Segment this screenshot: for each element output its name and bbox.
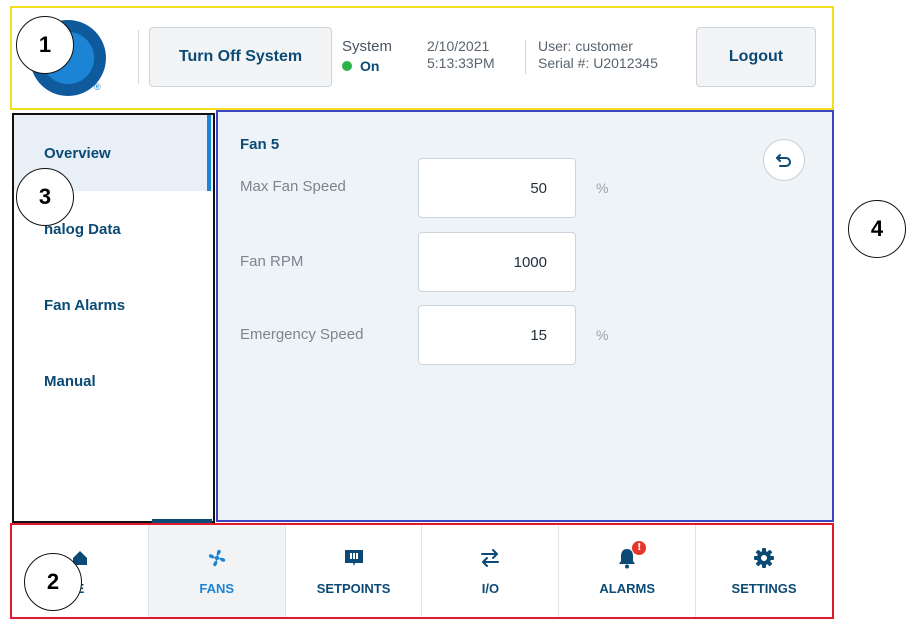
emergency-speed-unit: % [596, 327, 609, 343]
emergency-speed-label: Emergency Speed [240, 326, 364, 343]
tab-label: I/O [481, 580, 500, 596]
callout-2: 2 [24, 553, 82, 611]
emergency-speed-field[interactable]: 15 [418, 305, 576, 365]
tab-fans[interactable]: FANS [148, 525, 286, 617]
header-time: 5:13:33PM [427, 55, 495, 71]
system-label: System [342, 38, 393, 55]
header-divider [138, 30, 139, 84]
fan-rpm-label: Fan RPM [240, 253, 304, 270]
callout-3: 3 [16, 168, 74, 226]
tab-label: FANS [199, 580, 235, 596]
fan-detail-panel: Fan 5 Max Fan Speed 50 % Fan RPM 1000 Em… [216, 110, 834, 522]
tab-label: SETPOINTS [316, 580, 391, 596]
header-serial: Serial #: U2012345 [538, 55, 658, 71]
callout-4: 4 [848, 200, 906, 258]
tab-setpoints[interactable]: SETPOINTS [286, 525, 423, 617]
alarm-badge: ! [632, 540, 647, 555]
logout-button[interactable]: Logout [696, 27, 816, 87]
turn-off-system-button[interactable]: Turn Off System [149, 27, 332, 87]
tab-label: ALARMS [599, 580, 656, 596]
undo-arrow-icon [776, 154, 791, 167]
fan-icon [206, 547, 228, 569]
system-status: On [342, 58, 379, 74]
max-fan-speed-field[interactable]: 50 [418, 158, 576, 218]
swap-arrows-icon [479, 547, 501, 569]
header-bar: ® Turn Off System System On 2/10/2021 5:… [10, 6, 834, 110]
status-dot-icon [342, 61, 352, 71]
tab-alarms[interactable]: ! ALARMS [559, 525, 697, 617]
setpoints-icon [343, 547, 365, 569]
tab-io[interactable]: I/O [422, 525, 560, 617]
max-fan-speed-unit: % [596, 180, 609, 196]
max-fan-speed-label: Max Fan Speed [240, 178, 346, 195]
registered-mark: ® [94, 82, 101, 92]
system-status-text: On [360, 58, 380, 74]
header-divider-2 [525, 40, 526, 74]
sidebar-item-manual[interactable]: Manual [14, 343, 213, 419]
fan-rpm-field[interactable]: 1000 [418, 232, 576, 292]
tab-settings[interactable]: SETTINGS [696, 525, 832, 617]
gear-icon [753, 547, 775, 569]
page-title: Fan 5 [240, 136, 280, 153]
sidebar-item-fan-alarms[interactable]: Fan Alarms [14, 267, 213, 343]
bottom-nav: E FANS SETPOINTS [10, 523, 834, 619]
sidebar-item-label: Fan Alarms [44, 296, 126, 314]
callout-1: 1 [16, 16, 74, 74]
bell-alert-icon: ! [616, 540, 647, 569]
header-user: User: customer [538, 38, 633, 54]
sidebar-item-label: Manual [44, 372, 96, 390]
sidebar-item-label: Overview [44, 144, 111, 162]
header-date: 2/10/2021 [427, 38, 490, 54]
tab-label: SETTINGS [731, 580, 797, 596]
back-button[interactable] [763, 139, 805, 181]
